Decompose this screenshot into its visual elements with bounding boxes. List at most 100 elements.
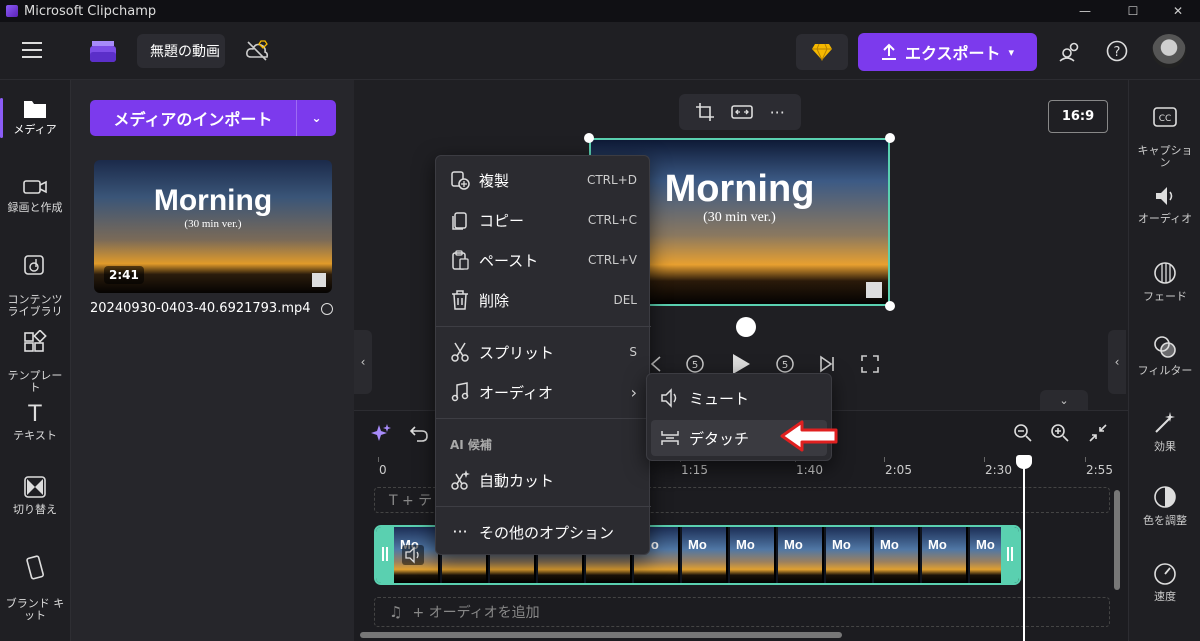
collapse-left-panel[interactable]: ‹ <box>354 330 372 394</box>
export-button[interactable]: エクスポート ▾ <box>858 33 1037 71</box>
nav-media[interactable]: メディア <box>0 98 70 136</box>
menu-item-audio[interactable]: オーディオ › <box>436 374 651 410</box>
skip-forward-icon[interactable] <box>818 354 836 374</box>
collapse-timeline[interactable]: ⌄ <box>1040 390 1088 410</box>
menu-item-label: ペースト <box>479 251 539 270</box>
rewind-5-icon[interactable]: 5 <box>684 352 706 374</box>
nav-record-label: 録画と作成 <box>7 201 63 214</box>
media-thumbnail[interactable]: Morning (30 min ver.) 2:41 <box>94 160 332 293</box>
preview-toolbar: ··· <box>679 94 801 130</box>
shortcut-label: DEL <box>613 293 637 307</box>
window-title: Microsoft Clipchamp <box>24 3 157 19</box>
scissors-icon <box>451 342 469 362</box>
project-name-field[interactable]: 無題の動画 <box>137 34 225 68</box>
playhead[interactable] <box>1016 455 1032 641</box>
close-button[interactable]: ✕ <box>1158 0 1198 22</box>
aspect-ratio-button[interactable]: 16:9 <box>1048 100 1108 133</box>
clip-trim-handle-left[interactable] <box>376 527 394 583</box>
nav-transitions[interactable]: 切り替え <box>0 474 70 516</box>
annotation-arrow <box>780 420 838 452</box>
resize-handle-br[interactable] <box>885 301 895 311</box>
clip-frame-label: Mo <box>688 537 707 552</box>
nav-fade[interactable]: フェード <box>1129 260 1200 303</box>
nav-media-label: メディア <box>13 123 57 136</box>
vertical-scrollbar[interactable] <box>1114 490 1120 590</box>
tick-label: 1:15 <box>681 463 708 477</box>
color-adjust-icon <box>1154 486 1176 508</box>
menu-item-duplicate[interactable]: 複製 CTRL+D <box>436 162 651 198</box>
nav-audio[interactable]: オーディオ <box>1129 184 1200 225</box>
fit-icon[interactable] <box>731 102 754 122</box>
menu-icon[interactable] <box>22 42 42 58</box>
menu-item-delete[interactable]: 削除 DEL <box>436 282 651 318</box>
music-note-icon <box>451 382 469 402</box>
menu-item-split[interactable]: スプリット S <box>436 334 651 370</box>
fullscreen-icon[interactable] <box>860 354 880 374</box>
nav-text[interactable]: T テキスト <box>0 400 70 442</box>
menu-item-paste[interactable]: ペースト CTRL+V <box>436 242 651 278</box>
forward-5-icon[interactable]: 5 <box>774 352 796 374</box>
nav-audio-label: オーディオ <box>1137 212 1193 225</box>
tick-label: 0 <box>379 463 387 477</box>
resize-handle-tr[interactable] <box>885 133 895 143</box>
speedometer-icon <box>1154 563 1176 585</box>
crop-icon[interactable] <box>695 102 715 122</box>
clip-frame-label: Mo <box>736 537 755 552</box>
rotate-icon[interactable] <box>736 317 756 337</box>
add-audio-track[interactable]: ♫ + オーディオを追加 <box>374 597 1110 627</box>
nav-color-adjust[interactable]: 色を調整 <box>1129 484 1200 527</box>
folder-icon <box>24 101 46 118</box>
nav-record[interactable]: 録画と作成 <box>0 176 70 214</box>
ai-sparkle-icon[interactable] <box>371 423 391 443</box>
horizontal-scrollbar[interactable] <box>360 632 842 638</box>
volume-icon[interactable] <box>402 545 424 565</box>
magic-wand-icon <box>1155 412 1175 433</box>
help-icon[interactable]: ? <box>1105 39 1129 63</box>
shortcut-label: S <box>629 345 637 359</box>
app-icon <box>6 5 18 17</box>
submenu-item-mute[interactable]: ミュート <box>651 380 827 416</box>
maximize-button[interactable]: ☐ <box>1113 0 1153 22</box>
nav-captions[interactable]: CC キャプショ ン <box>1129 94 1200 169</box>
menu-item-label: その他のオプション <box>479 523 615 542</box>
nav-filters[interactable]: フィルター <box>1129 334 1200 377</box>
cloud-sync-off-icon[interactable] <box>244 38 270 64</box>
user-avatar[interactable] <box>1152 34 1186 68</box>
share-people-icon[interactable] <box>1058 39 1082 63</box>
tick-label: 2:05 <box>885 463 912 477</box>
menu-item-label: オーディオ <box>479 383 553 402</box>
nav-templates-label: テンプレー ト <box>7 369 63 394</box>
resize-handle-tl[interactable] <box>584 133 594 143</box>
zoom-in-icon[interactable] <box>1050 423 1070 443</box>
menu-item-copy[interactable]: コピー CTRL+C <box>436 202 651 238</box>
nav-effects[interactable]: 効果 <box>1129 410 1200 453</box>
menu-item-more-options[interactable]: ··· その他のオプション <box>436 514 651 550</box>
nav-speed[interactable]: 速度 <box>1129 560 1200 603</box>
video-camera-icon <box>23 180 47 194</box>
zoom-out-icon[interactable] <box>1013 423 1033 443</box>
menu-item-label: スプリット <box>479 343 555 362</box>
nav-brand-kit[interactable]: ブランド キ ット <box>0 542 70 622</box>
minimize-button[interactable]: — <box>1065 0 1105 22</box>
svg-text:5: 5 <box>692 360 698 371</box>
nav-content-library[interactable]: コンテンツ ライブラリ <box>0 242 70 318</box>
title-bar: Microsoft Clipchamp <box>0 0 1200 22</box>
clip-trim-handle-right[interactable] <box>1001 527 1019 583</box>
fit-timeline-icon[interactable] <box>1088 423 1108 443</box>
media-panel: メディアのインポート ⌄ Morning (30 min ver.) 2:41 … <box>70 80 354 641</box>
submenu-item-label: ミュート <box>689 389 750 408</box>
nav-templates[interactable]: テンプレー ト <box>0 318 70 394</box>
more-options-icon[interactable]: ··· <box>770 103 785 122</box>
collapse-right-panel[interactable]: ‹ <box>1108 330 1126 394</box>
tick-label: 2:55 <box>1086 463 1113 477</box>
nav-effects-label: 効果 <box>1154 440 1176 453</box>
menu-item-auto-cut[interactable]: 自動カット <box>436 462 651 498</box>
nav-captions-label: キャプショ ン <box>1137 144 1193 169</box>
thumbnail-subtitle: (30 min ver.) <box>184 218 242 230</box>
check-circle-icon <box>321 303 333 315</box>
clip-frame-label: Mo <box>976 537 995 552</box>
undo-icon[interactable] <box>409 423 429 443</box>
import-media-button[interactable]: メディアのインポート ⌄ <box>90 100 336 136</box>
premium-button[interactable] <box>796 34 848 70</box>
chevron-down-icon[interactable]: ⌄ <box>297 111 336 125</box>
